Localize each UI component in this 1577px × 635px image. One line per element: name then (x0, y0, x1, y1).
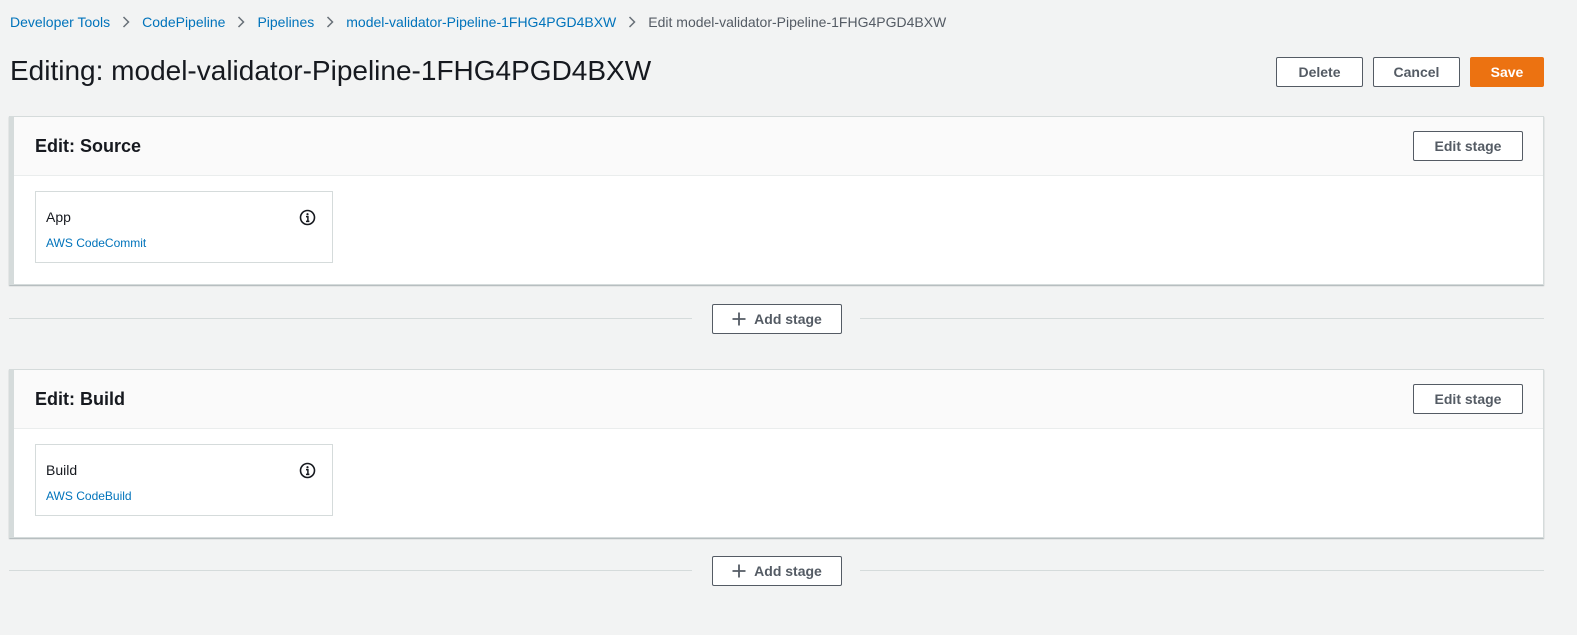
chevron-right-icon (122, 16, 130, 28)
header-actions: Delete Cancel Save (1276, 57, 1544, 87)
chevron-right-icon (628, 16, 636, 28)
save-button[interactable]: Save (1470, 57, 1544, 87)
divider (860, 318, 1544, 319)
breadcrumb-current: Edit model-validator-Pipeline-1FHG4PGD4B… (648, 14, 947, 30)
action-card: Build AWS CodeBuild (35, 444, 333, 516)
stage-title: Edit: Source (35, 136, 142, 156)
stage-header: Edit: Build Edit stage (14, 370, 1543, 429)
action-provider-link[interactable]: AWS CodeBuild (46, 489, 132, 503)
add-stage-button[interactable]: Add stage (712, 304, 842, 334)
edit-stage-button[interactable]: Edit stage (1413, 384, 1523, 414)
add-stage-label: Add stage (754, 311, 822, 327)
add-stage-button[interactable]: Add stage (712, 556, 842, 586)
divider (860, 570, 1544, 571)
stage-source: Edit: Source Edit stage App AWS CodeComm… (9, 116, 1544, 285)
breadcrumb-pipelines[interactable]: Pipelines (257, 14, 314, 30)
delete-button[interactable]: Delete (1276, 57, 1363, 87)
add-stage-row: Add stage (9, 556, 1544, 586)
info-icon[interactable] (299, 462, 316, 479)
info-icon[interactable] (299, 209, 316, 226)
divider (9, 570, 692, 571)
breadcrumb-codepipeline[interactable]: CodePipeline (142, 14, 225, 30)
plus-icon (732, 312, 746, 326)
breadcrumb: Developer Tools CodePipeline Pipelines m… (10, 12, 946, 32)
stage-body: App AWS CodeCommit (14, 176, 1543, 284)
action-name: Build (46, 462, 78, 478)
action-name: App (46, 209, 71, 225)
stage-title: Edit: Build (35, 389, 125, 409)
stage-body: Build AWS CodeBuild (14, 429, 1543, 537)
stage-build: Edit: Build Edit stage Build AWS CodeBui… (9, 369, 1544, 538)
breadcrumb-pipeline[interactable]: model-validator-Pipeline-1FHG4PGD4BXW (346, 14, 616, 30)
divider (9, 318, 692, 319)
action-card: App AWS CodeCommit (35, 191, 333, 263)
cancel-button[interactable]: Cancel (1373, 57, 1460, 87)
action-provider-link[interactable]: AWS CodeCommit (46, 236, 146, 250)
add-stage-label: Add stage (754, 563, 822, 579)
plus-icon (732, 564, 746, 578)
chevron-right-icon (237, 16, 245, 28)
breadcrumb-developer-tools[interactable]: Developer Tools (10, 14, 110, 30)
edit-stage-button[interactable]: Edit stage (1413, 131, 1523, 161)
add-stage-row: Add stage (9, 304, 1544, 334)
page-title: Editing: model-validator-Pipeline-1FHG4P… (10, 55, 652, 86)
chevron-right-icon (326, 16, 334, 28)
stage-header: Edit: Source Edit stage (14, 117, 1543, 176)
